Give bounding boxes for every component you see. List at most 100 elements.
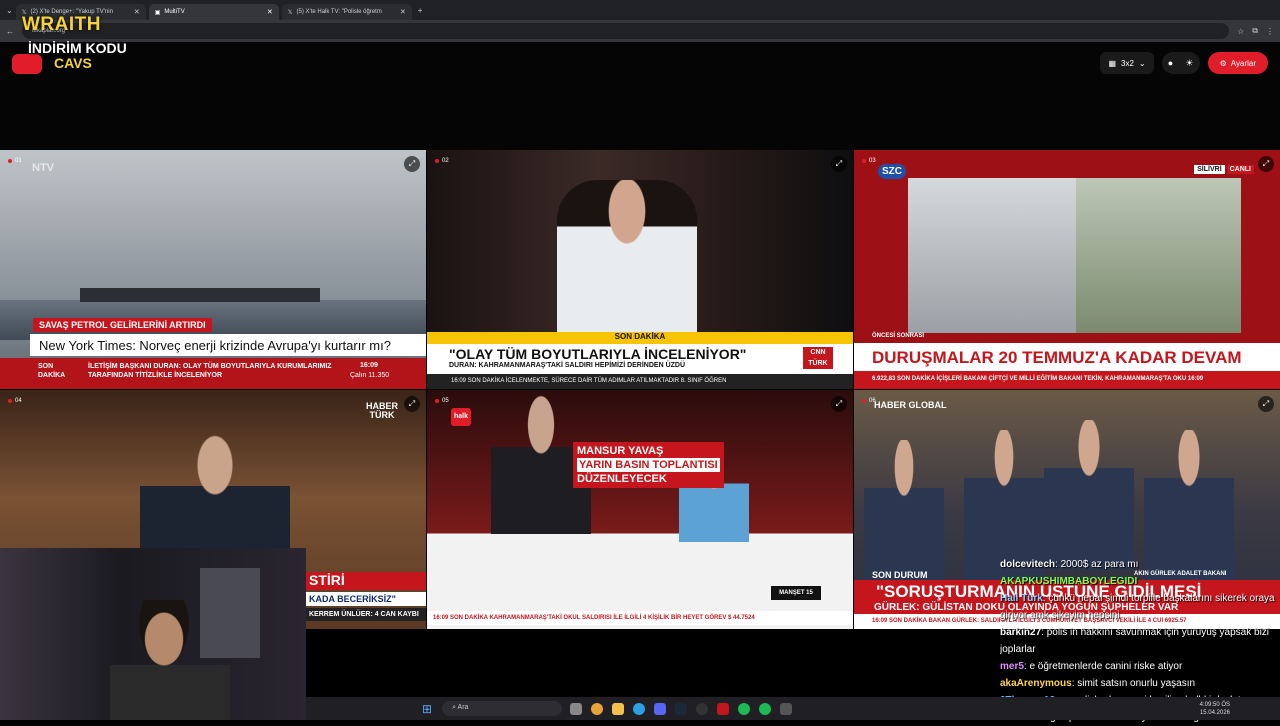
star-icon[interactable]: ☆ (1237, 27, 1244, 36)
discord-icon[interactable] (654, 702, 667, 715)
streamer-webcam (0, 548, 306, 720)
chat-text: : çünkü nepal şimdi torpille başkalarını… (1042, 593, 1275, 604)
taskbar-search[interactable]: ⌕ Ara (442, 701, 563, 716)
windows-start-icon[interactable]: ⊞ (422, 702, 432, 716)
spotify-icon[interactable] (738, 702, 751, 715)
chat-message: mer5: e öğretmenlerde canini riske atiyo… (1000, 658, 1280, 675)
expand-icon[interactable]: ⤢ (831, 396, 847, 412)
news-tag: MANŞET 15 (771, 586, 821, 600)
obs-icon[interactable] (696, 702, 709, 715)
tv-tile-2[interactable]: 02 ⤢ SON DAKİKA "OLAY TÜM BOYUTLARIYLA İ… (427, 150, 853, 389)
tv-tile-5[interactable]: 05 halk ⤢ MANSUR YAVAŞ YARIN BASIN TOPLA… (427, 390, 853, 629)
video-frame (908, 178, 1076, 333)
folder-icon[interactable] (612, 702, 625, 715)
chat-username: barkin27 (1000, 627, 1042, 638)
sun-icon: ☀ (1185, 57, 1194, 68)
close-icon[interactable]: ✕ (134, 8, 140, 16)
tv-tile-1[interactable]: 01 NTV ⤢ SAVAŞ PETROL GELİRLERİNİ ARTIRD… (0, 150, 426, 389)
news-ticker: SON DAKİKA İLETİŞİM BAŞKANI DURAN: OLAY … (0, 358, 426, 389)
chat-text: : e öğretmenlerde canini riske atiyor (1023, 661, 1183, 672)
video-frame (1076, 178, 1241, 333)
news-tag: STİRİ (306, 572, 426, 590)
moon-icon: ● (1167, 58, 1174, 68)
chat-username: AKAPKUSHIMBABOYLEGIDI (1000, 576, 1138, 587)
chat-message: barkin27: polis in hakkını savunmak için… (1000, 624, 1280, 641)
taskview-icon[interactable] (570, 702, 583, 715)
channel-logo: halk (451, 408, 471, 426)
video-frame (864, 440, 944, 590)
channel-logo: CNN TÜRK (803, 347, 833, 369)
new-tab-button[interactable]: + (418, 6, 423, 15)
steam-icon[interactable] (675, 702, 688, 715)
site-icon: ▣ (154, 9, 161, 16)
location-badge: SİLİVRİ (1194, 165, 1225, 174)
video-frame (557, 180, 697, 335)
channel-logo: HABER TÜRK (365, 401, 398, 420)
chat-message: dolcevitech: 2000$ az para mı (1000, 556, 1280, 573)
chat-message: Hali Türk: çünkü nepal şimdi torpille ba… (1000, 590, 1280, 607)
news-headline: KADA BECERİKSİZ" (306, 592, 426, 606)
close-icon[interactable]: ✕ (400, 8, 406, 16)
tv-tile-3[interactable]: 03 SZC SİLİVRİ CANLI ⤢ ÖNCESİ SONRASI DU… (854, 150, 1280, 389)
expand-icon[interactable]: ⤢ (404, 396, 420, 412)
app-icon[interactable] (717, 702, 730, 715)
chat-text: joplarlar (1000, 644, 1036, 655)
expand-icon[interactable]: ⤢ (404, 156, 420, 172)
news-headline: DÜZENLEYECEK (577, 473, 667, 485)
menu-icon[interactable]: ⋮ (1266, 27, 1274, 36)
channel-logo: NTV (32, 162, 54, 174)
extensions-icon[interactable]: ⧉ (1252, 26, 1258, 36)
news-headline: DURUŞMALAR 20 TEMMUZ'A KADAR DEVAM EDECE… (854, 343, 1280, 387)
chat-text: giriyor amk sikeyim hepsini (1000, 610, 1120, 621)
spotify-icon[interactable] (759, 702, 772, 715)
app-logo[interactable] (12, 54, 42, 74)
chevron-down-icon: ⌄ (1138, 58, 1146, 68)
browser-tab-3[interactable]: 𝕏 (5) X'te Halk TV: "Polisle öğretm ✕ (281, 4, 412, 20)
chrome-icon[interactable] (591, 702, 604, 715)
news-headline: YARIN BASIN TOPLANTISI (577, 458, 720, 472)
video-frame (1044, 420, 1134, 570)
edge-icon[interactable] (633, 702, 646, 715)
stream-overlay-code: CAVS (54, 55, 92, 71)
chat-username: dolcevitech (1000, 559, 1056, 570)
tile-number: 03 (862, 158, 876, 164)
expand-icon[interactable]: ⤢ (1258, 396, 1274, 412)
chat-username: mer5 (1000, 661, 1024, 672)
grid-label: 3x2 (1121, 58, 1134, 68)
taskbar-apps (570, 702, 793, 715)
expand-icon[interactable]: ⤢ (831, 156, 847, 172)
tab-title: MultiTV (164, 9, 185, 15)
news-tag: SON DURUM (872, 570, 928, 580)
tab-list-icon[interactable]: ⌄ (6, 6, 13, 15)
stream-overlay-promo: İNDİRİM KODU (28, 40, 127, 56)
news-tag: SON DAKİKA (427, 332, 853, 344)
chat-text: : polis in hakkını savunmak için yürüyüş… (1041, 627, 1270, 638)
tile-number: 05 (435, 398, 449, 404)
back-icon[interactable]: ← (6, 27, 14, 36)
news-headline: "OLAY TÜM BOYUTLARIYLA İNCELENİYOR" (449, 346, 747, 362)
live-label: CANLI (1226, 165, 1254, 174)
chat-message: AKAPKUSHIMBABOYLEGIDI (1000, 573, 1280, 590)
chat-message: giriyor amk sikeyim hepsini (1000, 607, 1280, 624)
browser-tab-2[interactable]: ▣ MultiTV ✕ (148, 4, 279, 20)
url-field[interactable]: tekaplan.org (22, 23, 1230, 39)
stream-overlay-brand: WRAITH (22, 14, 101, 35)
video-frame (80, 288, 320, 302)
expand-icon[interactable]: ⤢ (1258, 156, 1274, 172)
clock-date: 15.04.2026 (1199, 709, 1230, 716)
ticker-tag: SON DAKİKA (38, 363, 66, 379)
x-icon: 𝕏 (287, 9, 293, 16)
tile-number: 01 (8, 158, 22, 164)
system-clock: 4:09:50 ÖS 15.04.2026 (1200, 701, 1230, 717)
app-icon[interactable] (780, 702, 793, 715)
news-headline: New York Times: Norveç enerji krizinde A… (30, 334, 426, 356)
theme-toggle[interactable]: ● ☀ (1161, 52, 1200, 74)
settings-label: Ayarlar (1230, 58, 1256, 68)
os-taskbar: ⊞ ⌕ Ara 4:09:50 ÖS 15.04.2026 (306, 697, 1280, 720)
news-tag: ÖNCESİ SONRASI (872, 333, 925, 339)
gear-icon: ⚙ (1219, 58, 1227, 68)
grid-layout-select[interactable]: ▦ 3x2 ⌄ (1100, 52, 1154, 74)
settings-button[interactable]: ⚙ Ayarlar (1207, 52, 1268, 74)
ticker-extra: Çalın 11.350 (350, 372, 390, 379)
close-icon[interactable]: ✕ (267, 8, 273, 16)
